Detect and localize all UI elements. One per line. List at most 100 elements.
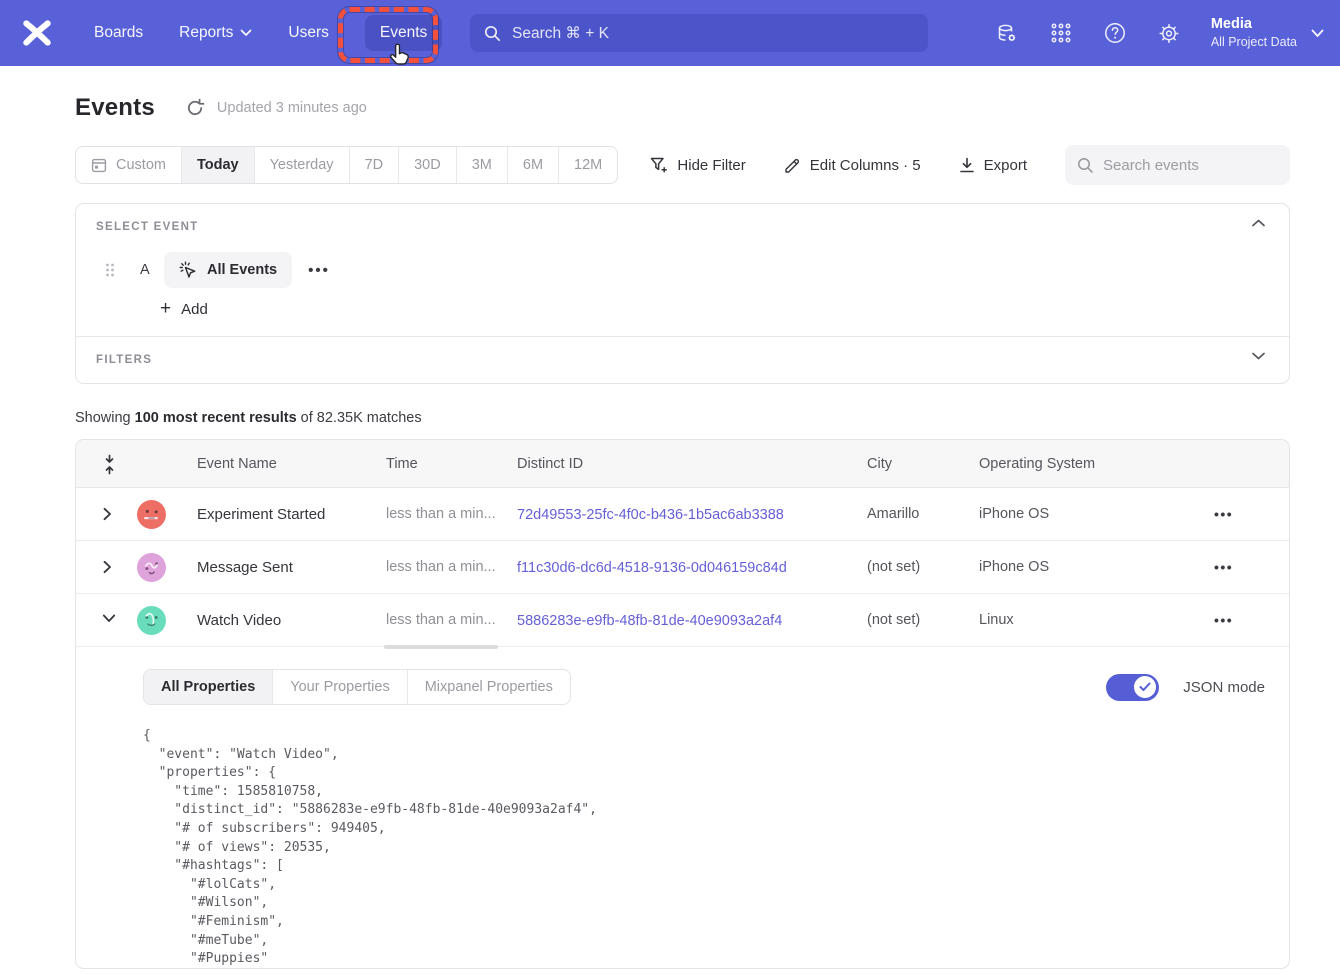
distinct-id-link[interactable]: 72d49553-25fc-4f0c-b436-1b5ac6ab3388 xyxy=(517,507,784,523)
json-mode-label: JSON mode xyxy=(1183,679,1265,696)
collapse-all-rows-icon[interactable] xyxy=(102,454,118,474)
search-icon xyxy=(484,25,501,42)
event-avatar xyxy=(137,500,166,529)
chevron-down-icon xyxy=(1311,29,1324,38)
pencil-icon xyxy=(784,157,801,174)
event-avatar xyxy=(137,553,166,582)
tab-all-properties[interactable]: All Properties xyxy=(144,670,272,704)
nav-reports-label: Reports xyxy=(179,24,233,42)
filters-section-toggle[interactable]: FILTERS xyxy=(76,336,1289,383)
search-events-field[interactable] xyxy=(1065,145,1290,185)
cell-city: (not set) xyxy=(867,612,979,628)
nav-item-boards[interactable]: Boards xyxy=(94,24,143,42)
primary-nav: Boards Reports Users Events xyxy=(94,15,442,51)
row-menu-button[interactable]: ••• xyxy=(1214,612,1289,628)
date-range-yesterday-label: Yesterday xyxy=(270,157,334,173)
results-summary-suffix: of 82.35K matches xyxy=(297,410,422,426)
event-clause-row: A All Events ••• xyxy=(104,252,1289,288)
settings-gear-icon[interactable] xyxy=(1157,21,1181,45)
events-page: Events Updated 3 minutes ago xyxy=(75,92,1290,969)
horizontal-scrollbar-thumb[interactable] xyxy=(384,645,498,649)
apps-grid-icon[interactable] xyxy=(1049,21,1073,45)
results-summary-prefix: Showing xyxy=(75,410,135,426)
date-range-30d-label: 30D xyxy=(414,157,441,173)
table-row-expanded[interactable]: Watch Video less than a min... 5886283e-… xyxy=(76,594,1289,647)
date-range-30d[interactable]: 30D xyxy=(398,147,456,183)
magic-cursor-icon xyxy=(179,261,198,280)
date-range-3m-label: 3M xyxy=(472,157,492,173)
date-range-today[interactable]: Today xyxy=(181,147,254,183)
select-event-heading: SELECT EVENT xyxy=(96,221,199,233)
column-header-event-name[interactable]: Event Name xyxy=(197,456,386,472)
date-range-3m[interactable]: 3M xyxy=(456,147,507,183)
results-summary: Showing 100 most recent results of 82.35… xyxy=(75,410,1290,426)
navbar-right-cluster: Media All Project Data xyxy=(995,0,1324,66)
hide-filter-button[interactable]: Hide Filter xyxy=(650,157,745,174)
nav-item-events[interactable]: Events xyxy=(365,15,442,51)
cell-event-name: Watch Video xyxy=(197,612,386,629)
date-range-yesterday[interactable]: Yesterday xyxy=(254,147,349,183)
filters-heading: FILTERS xyxy=(96,354,152,366)
tab-mixpanel-properties[interactable]: Mixpanel Properties xyxy=(407,670,570,704)
refresh-icon[interactable] xyxy=(185,98,205,118)
table-row[interactable]: Experiment Started less than a min... 72… xyxy=(76,488,1289,541)
collapse-row-chevron-down-icon[interactable] xyxy=(102,613,116,627)
chevron-down-icon xyxy=(240,29,252,37)
collapse-section-chevron-up-icon[interactable] xyxy=(1251,218,1269,236)
expand-row-chevron-right-icon[interactable] xyxy=(102,507,116,521)
row-menu-button[interactable]: ••• xyxy=(1214,559,1289,575)
global-search-placeholder: Search ⌘ + K xyxy=(512,24,609,43)
toggle-knob xyxy=(1134,676,1156,698)
events-table: Event Name Time Distinct ID City Operati… xyxy=(75,439,1290,969)
table-row[interactable]: Message Sent less than a min... f11c30d6… xyxy=(76,541,1289,594)
expand-section-chevron-down-icon xyxy=(1251,351,1269,369)
cell-city: (not set) xyxy=(867,559,979,575)
date-range-12m[interactable]: 12M xyxy=(558,147,617,183)
search-events-input[interactable] xyxy=(1103,157,1273,174)
edit-columns-label: Edit Columns · 5 xyxy=(810,157,921,174)
column-header-city[interactable]: City xyxy=(867,456,979,472)
nav-item-reports[interactable]: Reports xyxy=(179,24,252,42)
cell-time: less than a min... xyxy=(386,612,517,628)
row-menu-button[interactable]: ••• xyxy=(1214,506,1289,522)
column-header-time[interactable]: Time xyxy=(386,456,517,472)
edit-columns-button[interactable]: Edit Columns · 5 xyxy=(784,157,921,174)
project-name: Media xyxy=(1211,15,1297,34)
help-icon[interactable] xyxy=(1103,21,1127,45)
expand-row-chevron-right-icon[interactable] xyxy=(102,560,116,574)
clause-letter: A xyxy=(140,262,154,278)
page-title: Events xyxy=(75,94,155,122)
add-event-button[interactable]: + Add xyxy=(160,300,1289,318)
project-switcher[interactable]: Media All Project Data xyxy=(1211,15,1324,51)
tab-your-properties[interactable]: Your Properties xyxy=(272,670,406,704)
drag-handle-icon[interactable] xyxy=(104,261,118,279)
date-range-7d[interactable]: 7D xyxy=(349,147,399,183)
export-label: Export xyxy=(984,157,1027,174)
global-search-input[interactable]: Search ⌘ + K xyxy=(470,14,928,52)
column-header-distinct-id[interactable]: Distinct ID xyxy=(517,456,867,472)
json-mode-toggle[interactable] xyxy=(1106,674,1159,701)
date-range-6m-label: 6M xyxy=(523,157,543,173)
json-mode-control: JSON mode xyxy=(1106,674,1265,701)
nav-item-users[interactable]: Users xyxy=(288,24,328,42)
top-navbar: Boards Reports Users Events xyxy=(0,0,1340,66)
clause-more-button[interactable]: ••• xyxy=(308,262,330,279)
select-event-header: SELECT EVENT xyxy=(76,204,1289,236)
date-range-6m[interactable]: 6M xyxy=(507,147,558,183)
distinct-id-link[interactable]: 5886283e-e9fb-48fb-81de-40e9093a2af4 xyxy=(517,613,782,629)
hide-filter-label: Hide Filter xyxy=(677,157,745,174)
date-range-control: Custom Today Yesterday 7D 30D 3M 6M 12M xyxy=(75,146,618,184)
export-button[interactable]: Export xyxy=(959,157,1027,174)
date-range-7d-label: 7D xyxy=(365,157,384,173)
download-icon xyxy=(959,157,975,174)
data-management-icon[interactable] xyxy=(995,21,1019,45)
properties-tabs: All Properties Your Properties Mixpanel … xyxy=(143,669,571,705)
distinct-id-link[interactable]: f11c30d6-dc6d-4518-9136-0d046159c84d xyxy=(517,560,787,576)
last-updated-text: Updated 3 minutes ago xyxy=(217,100,367,116)
event-selector-chip[interactable]: All Events xyxy=(164,252,292,288)
calendar-icon xyxy=(91,157,107,173)
mixpanel-logo-icon[interactable] xyxy=(20,16,54,50)
column-header-operating-system[interactable]: Operating System xyxy=(979,456,1214,472)
date-range-custom[interactable]: Custom xyxy=(76,147,181,183)
cell-os: Linux xyxy=(979,612,1214,628)
